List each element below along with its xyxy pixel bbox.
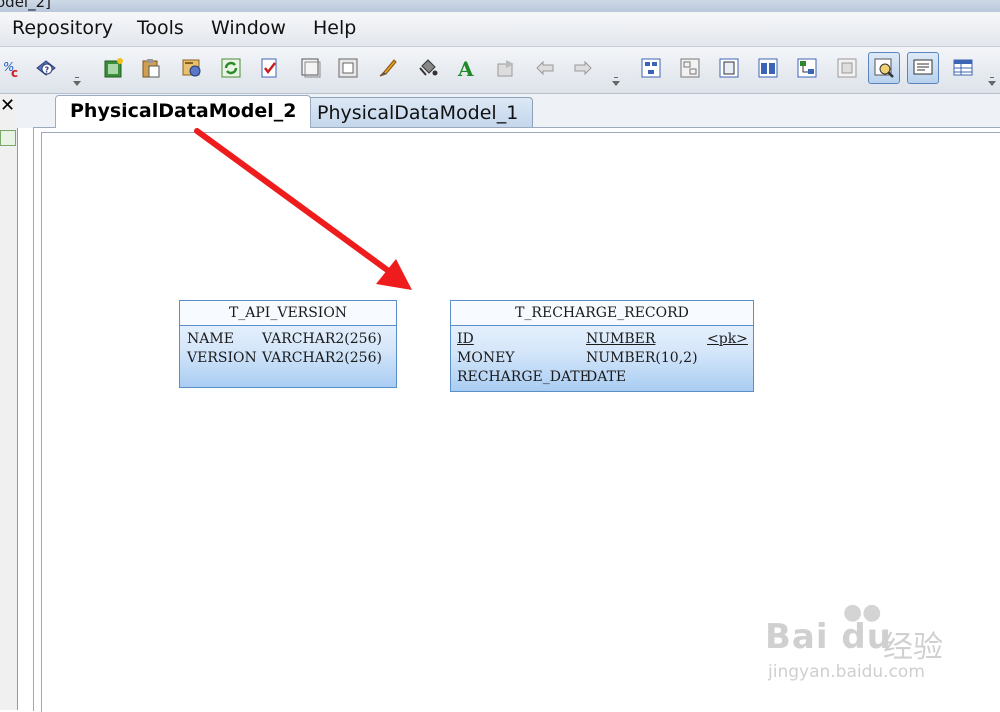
menu-window[interactable]: Window <box>211 17 286 39</box>
diagram-view-icon[interactable] <box>638 55 664 81</box>
menu-repository[interactable]: Repository <box>12 17 113 39</box>
tab-physicaldatamodel-2[interactable]: PhysicalDataModel_2 <box>55 95 312 128</box>
column-type: NUMBER(10,2) <box>586 350 698 366</box>
tab-strip: PhysicalDataModel_2 PhysicalDataModel_1 <box>17 94 1000 128</box>
brush-icon[interactable] <box>375 55 401 81</box>
toolbar: % c ? A <box>0 47 1000 94</box>
watermark-logo: Bai du <box>765 617 892 657</box>
column-type: DATE <box>586 369 627 385</box>
svg-text:?: ? <box>45 66 50 75</box>
font-icon[interactable]: A <box>454 55 480 81</box>
fill-icon[interactable] <box>415 55 441 81</box>
compare-icon[interactable]: % c <box>0 55 26 81</box>
redo-arrow-icon[interactable] <box>570 55 596 81</box>
table-entity[interactable]: T_API_VERSION NAME VARCHAR2(256) VERSION… <box>179 300 397 388</box>
table-name: T_RECHARGE_RECORD <box>451 301 753 326</box>
column-key: <pk> <box>707 331 748 347</box>
window-titlebar: odel_2] <box>0 0 1000 12</box>
properties-icon[interactable] <box>179 55 205 81</box>
svg-text:A: A <box>457 57 474 80</box>
browser-pane: ✕ <box>0 94 18 710</box>
toolbar-grip[interactable] <box>987 52 997 88</box>
image-view-icon[interactable] <box>834 55 860 81</box>
check-icon[interactable] <box>257 55 283 81</box>
zoom-icon[interactable] <box>868 52 900 84</box>
new-model-icon[interactable] <box>101 55 127 81</box>
menu-tools[interactable]: Tools <box>137 17 184 39</box>
comment-icon[interactable] <box>907 52 939 84</box>
menu-help[interactable]: Help <box>313 17 356 39</box>
table-name: T_API_VERSION <box>180 301 396 326</box>
svg-text:c: c <box>11 66 18 79</box>
column-name: ID <box>457 331 474 347</box>
grid-icon[interactable] <box>950 55 976 81</box>
toolbar-grip[interactable] <box>611 52 621 88</box>
table-column-row[interactable]: RECHARGE_DATE DATE <box>451 368 753 387</box>
table-column-row[interactable]: VERSION VARCHAR2(256) <box>180 349 396 368</box>
column-type: VARCHAR2(256) <box>262 331 382 347</box>
close-icon[interactable]: ✕ <box>0 97 15 115</box>
column-name: RECHARGE_DATE <box>457 369 590 385</box>
table-entity[interactable]: T_RECHARGE_RECORD ID NUMBER <pk> MONEY N… <box>450 300 754 392</box>
page-icon[interactable] <box>716 55 742 81</box>
rectangle-icon[interactable] <box>298 55 324 81</box>
menu-bar: Repository Tools Window Help <box>0 12 1000 47</box>
watermark-url: jingyan.baidu.com <box>768 662 925 682</box>
column-name: NAME <box>187 331 234 347</box>
column-name: VERSION <box>187 350 257 366</box>
watermark-cn: 经验 <box>883 630 943 665</box>
tab-physicaldatamodel-1[interactable]: PhysicalDataModel_1 <box>302 97 534 128</box>
table-column-row[interactable]: MONEY NUMBER(10,2) <box>451 349 753 368</box>
entity-view-icon[interactable] <box>677 55 703 81</box>
forward-icon[interactable] <box>493 55 519 81</box>
baidu-watermark: ●● Bai du 经验 jingyan.baidu.com <box>765 600 965 690</box>
table-column-row[interactable]: NAME VARCHAR2(256) <box>180 330 396 349</box>
frame-icon[interactable] <box>335 55 361 81</box>
column-type: VARCHAR2(256) <box>262 350 382 366</box>
undo-arrow-icon[interactable] <box>532 55 558 81</box>
table-view-icon[interactable] <box>755 55 781 81</box>
tree-view-icon[interactable] <box>794 55 820 81</box>
refresh-icon[interactable] <box>0 130 16 146</box>
toolbar-grip[interactable] <box>72 52 82 88</box>
paste-icon[interactable] <box>138 55 164 81</box>
help-icon[interactable]: ? <box>33 55 59 81</box>
column-type: NUMBER <box>586 331 656 347</box>
window-title: odel_2] <box>0 0 51 11</box>
refresh-icon[interactable] <box>218 55 244 81</box>
table-column-row[interactable]: ID NUMBER <pk> <box>451 330 753 349</box>
column-name: MONEY <box>457 350 515 366</box>
